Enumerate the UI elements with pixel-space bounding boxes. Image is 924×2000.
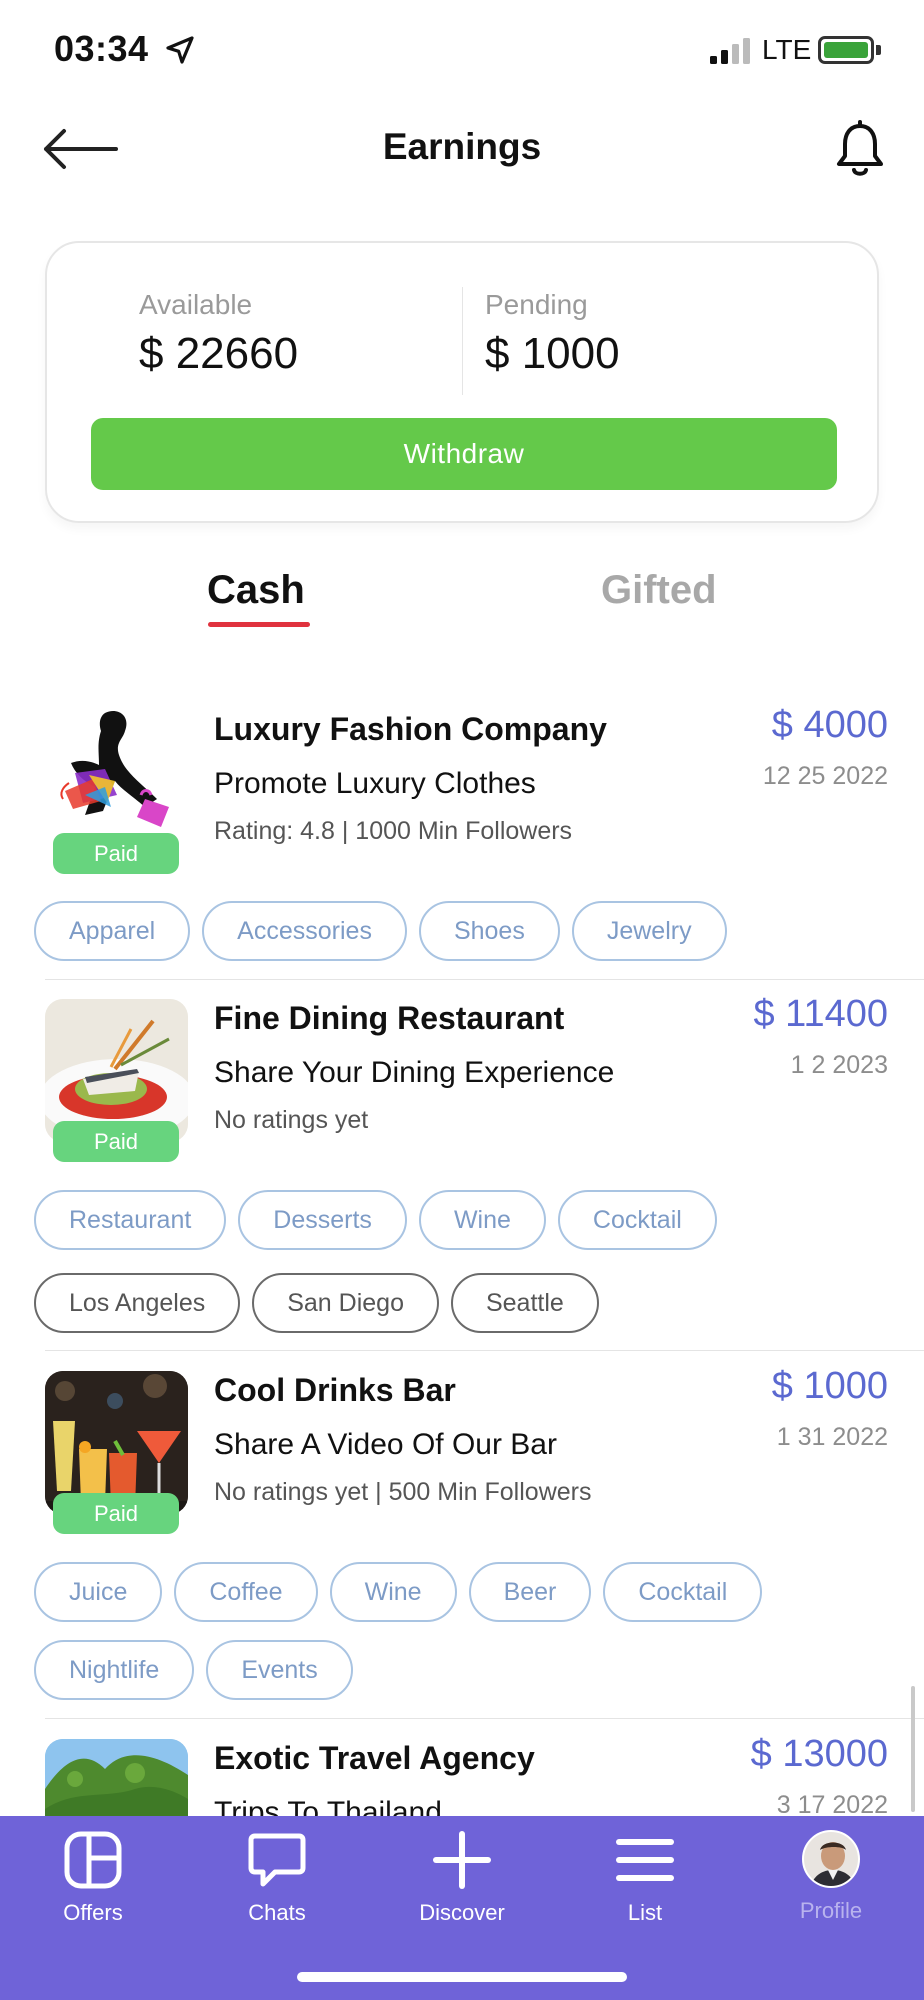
- nav-list[interactable]: List: [585, 1830, 705, 1926]
- tab-cash[interactable]: Cash: [207, 568, 305, 613]
- menu-lines-icon: [616, 1839, 674, 1881]
- paid-badge: Paid: [53, 833, 179, 874]
- divider: [45, 1718, 924, 1719]
- offer-amount: $ 13000: [750, 1733, 888, 1775]
- network-label: LTE: [762, 34, 812, 65]
- offer-subtitle: Share A Video Of Our Bar: [214, 1428, 557, 1461]
- battery-tip: [876, 45, 881, 55]
- offer-image-fashion: [45, 703, 188, 846]
- tag-chip[interactable]: Wine: [418, 1190, 546, 1250]
- tag-row: Juice Coffee Wine Beer Cocktail: [34, 1562, 763, 1622]
- signal-icon: [710, 38, 750, 64]
- tag-chip[interactable]: Juice: [34, 1562, 163, 1622]
- divider: [45, 1350, 924, 1351]
- divider: [45, 979, 924, 980]
- tag-chip[interactable]: Cocktail: [603, 1562, 763, 1622]
- tag-chip[interactable]: Coffee: [174, 1562, 318, 1622]
- nav-label: Profile: [799, 1898, 863, 1923]
- tag-chip[interactable]: Desserts: [238, 1190, 407, 1250]
- location-chip[interactable]: San Diego: [252, 1273, 439, 1333]
- tag-chip[interactable]: Jewelry: [571, 901, 727, 961]
- offer-title: Luxury Fashion Company: [214, 711, 607, 747]
- chat-bubble-icon: [248, 1833, 306, 1887]
- location-arrow-icon: [166, 36, 194, 64]
- tag-chip[interactable]: Shoes: [418, 901, 560, 961]
- offer-title: Exotic Travel Agency: [214, 1740, 535, 1776]
- tab-active-indicator: [208, 622, 310, 627]
- tag-chip[interactable]: Events: [206, 1640, 353, 1700]
- pending-label: Pending: [485, 289, 588, 320]
- tag-row: Apparel Accessories Shoes Jewelry: [34, 901, 727, 961]
- offer-amount: $ 4000: [771, 704, 888, 746]
- tag-row: Restaurant Desserts Wine Cocktail: [34, 1190, 717, 1250]
- offer-title: Cool Drinks Bar: [214, 1372, 456, 1408]
- balance-card: Available $ 22660 Pending $ 1000 Withdra…: [45, 241, 879, 523]
- nav-chats[interactable]: Chats: [217, 1830, 337, 1926]
- tag-row: Nightlife Events: [34, 1640, 353, 1700]
- nav-label: Offers: [63, 1900, 123, 1925]
- offer-date: 1 31 2022: [776, 1423, 888, 1451]
- home-indicator: [297, 1972, 627, 1982]
- battery-icon: [818, 36, 874, 64]
- tag-chip[interactable]: Wine: [329, 1562, 457, 1622]
- offer-date: 12 25 2022: [762, 762, 888, 790]
- paid-badge: Paid: [53, 1493, 179, 1534]
- avatar: [802, 1830, 860, 1888]
- tab-gifted[interactable]: Gifted: [601, 568, 717, 613]
- paid-badge: Paid: [53, 1121, 179, 1162]
- offer-subtitle: Promote Luxury Clothes: [214, 767, 536, 800]
- nav-label: Discover: [419, 1900, 505, 1925]
- withdraw-button[interactable]: Withdraw: [91, 418, 837, 490]
- plus-icon: [433, 1831, 491, 1889]
- header: Earnings: [0, 110, 924, 190]
- nav-offers[interactable]: Offers: [33, 1830, 153, 1926]
- nav-label: Chats: [248, 1900, 306, 1925]
- available-balance: Available $ 22660: [139, 289, 298, 379]
- tag-chip[interactable]: Cocktail: [557, 1190, 717, 1250]
- tag-chip[interactable]: Beer: [468, 1562, 592, 1622]
- offer-subtitle: Share Your Dining Experience: [214, 1056, 615, 1089]
- offers-grid-icon: [64, 1831, 122, 1889]
- pending-value: $ 1000: [485, 329, 620, 378]
- status-bar: 03:34 LTE: [0, 0, 924, 100]
- offer-title: Fine Dining Restaurant: [214, 1000, 565, 1036]
- status-time: 03:34: [54, 28, 149, 69]
- tag-chip[interactable]: Accessories: [202, 901, 407, 961]
- available-label: Available: [139, 289, 253, 320]
- tag-chip[interactable]: Apparel: [34, 901, 191, 961]
- available-value: $ 22660: [139, 329, 299, 378]
- bell-icon[interactable]: [834, 120, 886, 180]
- balance-divider: [462, 287, 463, 395]
- location-chip[interactable]: Los Angeles: [34, 1273, 241, 1333]
- offer-meta: No ratings yet | 500 Min Followers: [214, 1478, 592, 1506]
- offer-meta: No ratings yet: [214, 1106, 369, 1134]
- scrollbar[interactable]: [911, 1686, 915, 1812]
- offer-meta: Rating: 4.8 | 1000 Min Followers: [214, 817, 573, 845]
- tag-chip[interactable]: Restaurant: [34, 1190, 227, 1250]
- location-row: Los Angeles San Diego Seattle: [34, 1273, 599, 1333]
- location-chip[interactable]: Seattle: [450, 1273, 599, 1333]
- offer-amount: $ 1000: [771, 1365, 888, 1407]
- page-title: Earnings: [382, 126, 542, 167]
- nav-profile[interactable]: Profile: [771, 1830, 891, 1924]
- nav-label: List: [627, 1900, 663, 1925]
- pending-balance: Pending $ 1000: [485, 289, 620, 379]
- offer-date: 1 2 2023: [790, 1051, 888, 1079]
- nav-discover[interactable]: Discover: [402, 1830, 522, 1926]
- offer-amount: $ 11400: [753, 993, 888, 1035]
- tag-chip[interactable]: Nightlife: [34, 1640, 195, 1700]
